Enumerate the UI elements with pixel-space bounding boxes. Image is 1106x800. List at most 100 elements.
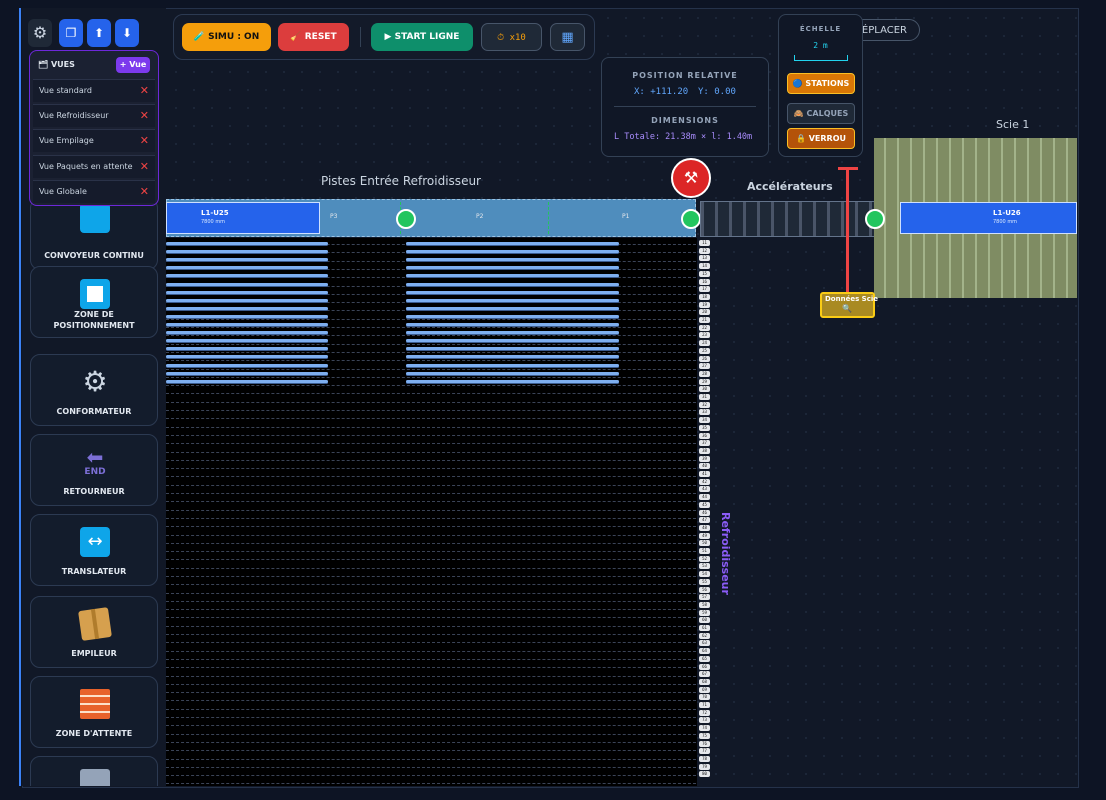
position-x: X: +111.20 (634, 87, 689, 97)
start-line-button[interactable]: ▶ START LIGNE (371, 23, 473, 51)
product-name: L1-U25 (201, 209, 229, 217)
rail-number-tag: 39 (699, 456, 710, 462)
rail-number-tag: 29 (699, 379, 710, 385)
view-item[interactable]: Vue Empilage ✕ (33, 129, 155, 152)
sensor-dot-green[interactable] (681, 209, 701, 229)
tool-zone-positionnement[interactable]: ZONE DE POSITIONNEMENT (30, 266, 158, 338)
delete-view-icon[interactable]: ✕ (140, 185, 149, 198)
rail-number-tag: 56 (699, 587, 710, 593)
cooler-bar (166, 393, 696, 394)
cooler-rail (166, 372, 328, 375)
simu-toggle-button[interactable]: 🧪 SIMU : ON (182, 23, 271, 51)
cooler-bar (166, 609, 696, 610)
rail-number-tag: 47 (699, 517, 710, 523)
cooler-rail (406, 274, 619, 277)
download-button[interactable]: ⬇ (115, 19, 139, 47)
rail-number-tag: 34 (699, 417, 710, 423)
accelerator-conveyor[interactable] (700, 201, 876, 237)
rail-number-tag: 36 (699, 433, 710, 439)
tool-translateur[interactable]: ↔ TRANSLATEUR (30, 514, 158, 586)
rail-number-tag: 46 (699, 510, 710, 516)
layers-button[interactable]: 🙈 CALQUES (787, 103, 855, 124)
cooler-bar (166, 767, 696, 768)
product-length: 7800 mm (201, 219, 226, 225)
rail-number-tag: 55 (699, 579, 710, 585)
rail-number-tag: 52 (699, 556, 710, 562)
saw-measure-cap (838, 167, 858, 170)
delete-view-icon[interactable]: ✕ (140, 109, 149, 122)
tool-retourneur[interactable]: ⬅ END RETOURNEUR (30, 434, 158, 506)
cooler-rail (406, 242, 619, 245)
cooler-bar (166, 261, 696, 262)
cooler-bar (166, 418, 696, 419)
stations-button[interactable]: 🔵 STATIONS (787, 73, 855, 94)
dimensions-title: DIMENSIONS (651, 116, 719, 125)
delete-view-icon[interactable]: ✕ (140, 160, 149, 173)
cooler-bar (166, 344, 696, 345)
cooler-bar (166, 360, 696, 361)
view-item[interactable]: Vue Paquets en attente ✕ (33, 155, 155, 178)
accelerators-title: Accélérateurs (747, 180, 833, 193)
tool-zone-attente[interactable]: ZONE D'ATTENTE (30, 676, 158, 748)
saw-data-box[interactable]: Données Scie 🔍 (820, 292, 878, 318)
view-item[interactable]: Vue standard ✕ (33, 79, 155, 102)
tool-convoyeur-continu[interactable]: CONVOYEUR CONTINU (30, 198, 158, 270)
building-icon (80, 769, 110, 786)
cooler-area[interactable] (166, 238, 697, 786)
cooler-rail (166, 291, 328, 294)
settings-button[interactable]: ⚙ (28, 19, 52, 47)
delete-view-icon[interactable]: ✕ (140, 134, 149, 147)
cooler-rail (166, 283, 328, 286)
view-item[interactable]: Vue Refroidisseur ✕ (33, 104, 155, 127)
reset-button[interactable]: 🧹 RESET (278, 23, 349, 51)
product-l1-u26[interactable]: L1-U26 7800 mm (900, 202, 1077, 234)
cooler-bar (166, 510, 696, 511)
sensor-dot-green[interactable] (865, 209, 885, 229)
rail-number-tag: 26 (699, 356, 710, 362)
rail-number-tag: 37 (699, 440, 710, 446)
upload-button[interactable]: ⬆ (87, 19, 111, 47)
cooler-rail (406, 258, 619, 261)
delete-view-icon[interactable]: ✕ (140, 84, 149, 97)
cooler-rail (406, 307, 619, 310)
alarm-marker-icon[interactable]: ⚒ (671, 158, 711, 198)
cooler-bar (166, 626, 696, 627)
view-item[interactable]: Vue Globale ✕ (33, 180, 155, 203)
cooler-bar (166, 642, 696, 643)
lock-button[interactable]: 🔒 VERROU (787, 128, 855, 149)
track-title: Pistes Entrée Refroidisseur (321, 174, 481, 188)
cooler-bar (166, 319, 696, 320)
cooler-rail (166, 307, 328, 310)
sensor-dot-green[interactable] (396, 209, 416, 229)
tool-empileur[interactable]: EMPILEUR (30, 596, 158, 668)
cooler-bar (166, 759, 696, 760)
cooler-bar (166, 369, 696, 370)
rail-number-tag: 74 (699, 725, 710, 731)
rail-number-tag: 51 (699, 548, 710, 554)
rail-number-tag: 41 (699, 471, 710, 477)
tool-conformateur[interactable]: ⚙ CONFORMATEUR (30, 354, 158, 426)
rail-number-tag: 12 (699, 248, 710, 254)
rail-number-tag: 44 (699, 494, 710, 500)
tool-building[interactable] (30, 756, 158, 786)
cooler-bar (166, 277, 696, 278)
window-icon: ❐ (65, 26, 77, 40)
add-view-button[interactable]: + Vue (116, 57, 150, 73)
gear-icon: ⚙ (82, 365, 108, 398)
rail-number-tag: 35 (699, 425, 710, 431)
cooler-bar (166, 684, 696, 685)
cooler-rail (406, 364, 619, 367)
cooler-rail (406, 323, 619, 326)
product-l1-u25[interactable]: L1-U25 7800 mm (166, 202, 320, 234)
window-button[interactable]: ❐ (59, 19, 83, 47)
cooler-rail (406, 250, 619, 253)
views-title: 🗂 VUES (38, 60, 75, 69)
speed-button[interactable]: ⏱ x10 (481, 23, 542, 51)
rail-number-tag: 71 (699, 702, 710, 708)
cooler-bar (166, 559, 696, 560)
grid-icon[interactable]: ▦ (550, 23, 585, 51)
rail-number-tag: 42 (699, 479, 710, 485)
views-panel: 🗂 VUES + Vue Vue standard ✕ Vue Refroidis… (29, 50, 159, 206)
cooler-rail (406, 291, 619, 294)
cooler-rail (406, 315, 619, 318)
